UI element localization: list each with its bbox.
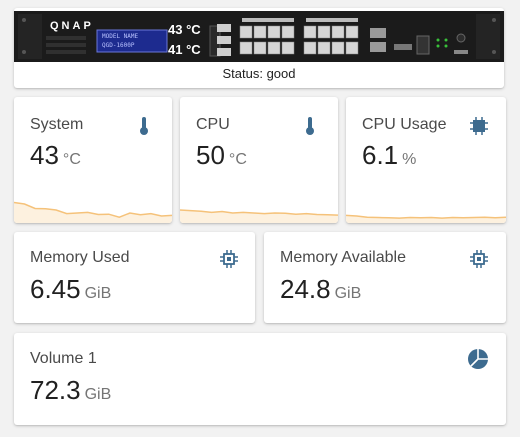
card-title: Memory Available (280, 249, 406, 266)
card-value: 24.8 GiB (280, 274, 362, 304)
card-title: System (30, 116, 84, 133)
cpu-usage-card[interactable]: CPU Usage 6.1% (346, 97, 506, 223)
card-title: Volume 1 (30, 350, 97, 367)
card-title: Memory Used (30, 249, 130, 266)
lcd-line-1: MODEL NAME (102, 33, 139, 40)
switch-front-panel-image (14, 11, 504, 62)
system-temperature-sparkline (14, 201, 172, 223)
device-brand-logo: QNAP (50, 20, 94, 32)
card-value: 43 °C (30, 140, 81, 170)
card-value: 6.1% (362, 140, 417, 170)
thermometer-icon (140, 117, 148, 135)
temperature-reading-1: 43 °C (168, 22, 201, 37)
cpu-temperature-card[interactable]: CPU 50 °C (180, 97, 338, 223)
device-status-card: QNAP MODEL NAME QGD-1600P 43 °C 41 °C St… (14, 8, 504, 88)
temperature-reading-2: 41 °C (168, 42, 201, 57)
card-title: CPU Usage (362, 116, 447, 133)
volume-1-card[interactable]: Volume 1 72.3 GiB (14, 333, 506, 425)
card-value: 50 °C (196, 140, 247, 170)
system-temperature-card[interactable]: System 43 °C (14, 97, 172, 223)
chip-icon (220, 250, 238, 268)
thermometer-icon (306, 117, 314, 135)
device-status-text: Status: good (222, 66, 296, 81)
card-value: 72.3 GiB (30, 375, 112, 405)
sparkline-line (346, 214, 506, 219)
pie-chart-icon (468, 349, 488, 369)
card-value: 6.45 GiB (30, 274, 112, 304)
chip-icon (470, 250, 488, 268)
chip-icon (470, 117, 488, 135)
card-title: CPU (196, 116, 230, 133)
memory-available-card[interactable]: Memory Available 24.8 GiB (264, 232, 506, 323)
memory-used-card[interactable]: Memory Used 6.45 GiB (14, 232, 255, 323)
cpu-temperature-sparkline (180, 209, 338, 223)
lcd-line-2: QGD-1600P (102, 42, 135, 49)
cpu-usage-sparkline (346, 214, 506, 223)
